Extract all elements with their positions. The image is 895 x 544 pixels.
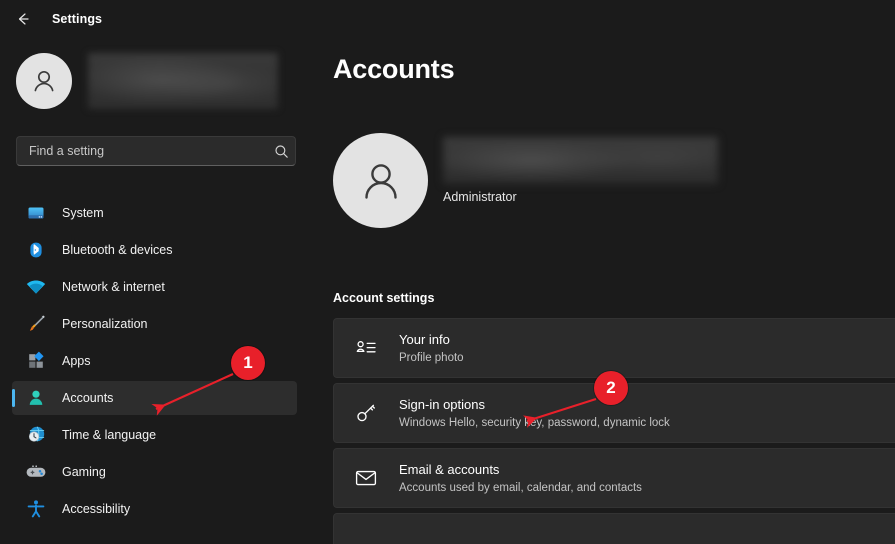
card-your-info[interactable]: Your info Profile photo [333, 318, 895, 378]
card-description: Accounts used by email, calendar, and co… [399, 480, 642, 496]
sidebar: Find a setting System [0, 38, 315, 544]
card-title: Your info [399, 331, 464, 348]
sidebar-item-label: Apps [62, 354, 91, 368]
main-content: Accounts Administrator Account settings … [315, 38, 895, 544]
sidebar-item-personalization[interactable]: Personalization [12, 307, 297, 341]
key-icon [351, 398, 381, 428]
sidebar-nav: System Bluetooth & devices Network & int… [0, 193, 315, 529]
sidebar-item-label: System [62, 206, 104, 220]
search-placeholder: Find a setting [17, 144, 267, 158]
redacted-account-name [88, 53, 278, 109]
app-title: Settings [52, 12, 102, 26]
card-sign-in-options[interactable]: Sign-in options Windows Hello, security … [333, 383, 895, 443]
card-next-partial[interactable] [333, 513, 895, 544]
card-title: Email & accounts [399, 461, 642, 478]
person-avatar-icon [29, 66, 59, 96]
sidebar-item-network-internet[interactable]: Network & internet [12, 270, 297, 304]
accessibility-icon [24, 497, 48, 521]
monitor-icon [24, 201, 48, 225]
sidebar-item-label: Network & internet [62, 280, 165, 294]
sidebar-account-chip[interactable] [16, 51, 301, 111]
sidebar-item-label: Accessibility [62, 502, 130, 516]
person-avatar-icon [355, 155, 407, 207]
apps-grid-icon [24, 349, 48, 373]
sidebar-item-accessibility[interactable]: Accessibility [12, 492, 297, 526]
redacted-account-name [443, 137, 718, 184]
paintbrush-icon [24, 312, 48, 336]
search-icon[interactable] [267, 144, 295, 159]
section-heading: Account settings [333, 291, 434, 305]
account-settings-list: Your info Profile photo Sign-in options … [333, 318, 895, 544]
contact-info-icon [351, 333, 381, 363]
avatar [16, 53, 72, 109]
back-button[interactable] [6, 4, 40, 34]
sidebar-item-label: Accounts [62, 391, 113, 405]
sidebar-item-label: Gaming [62, 465, 106, 479]
person-icon [24, 386, 48, 410]
page-title: Accounts [333, 54, 454, 85]
sidebar-item-gaming[interactable]: Gaming [12, 455, 297, 489]
gamepad-icon [24, 460, 48, 484]
card-description: Profile photo [399, 350, 464, 366]
search-input[interactable]: Find a setting [16, 136, 296, 166]
card-title: Sign-in options [399, 396, 670, 413]
sidebar-item-time-language[interactable]: Time & language [12, 418, 297, 452]
sidebar-item-label: Personalization [62, 317, 147, 331]
globe-clock-icon [24, 423, 48, 447]
card-email-accounts[interactable]: Email & accounts Accounts used by email,… [333, 448, 895, 508]
title-bar: Settings [0, 0, 895, 38]
sidebar-item-accounts[interactable]: Accounts [12, 381, 297, 415]
sidebar-item-apps[interactable]: Apps [12, 344, 297, 378]
sidebar-item-label: Bluetooth & devices [62, 243, 173, 257]
back-arrow-icon [15, 11, 31, 27]
card-description: Windows Hello, security key, password, d… [399, 415, 670, 431]
sidebar-item-label: Time & language [62, 428, 156, 442]
sidebar-item-system[interactable]: System [12, 196, 297, 230]
envelope-icon [351, 463, 381, 493]
bluetooth-icon [24, 238, 48, 262]
profile-role: Administrator [443, 190, 517, 204]
profile-summary: Administrator [333, 133, 733, 228]
sidebar-item-bluetooth-devices[interactable]: Bluetooth & devices [12, 233, 297, 267]
wifi-icon [24, 275, 48, 299]
avatar [333, 133, 428, 228]
